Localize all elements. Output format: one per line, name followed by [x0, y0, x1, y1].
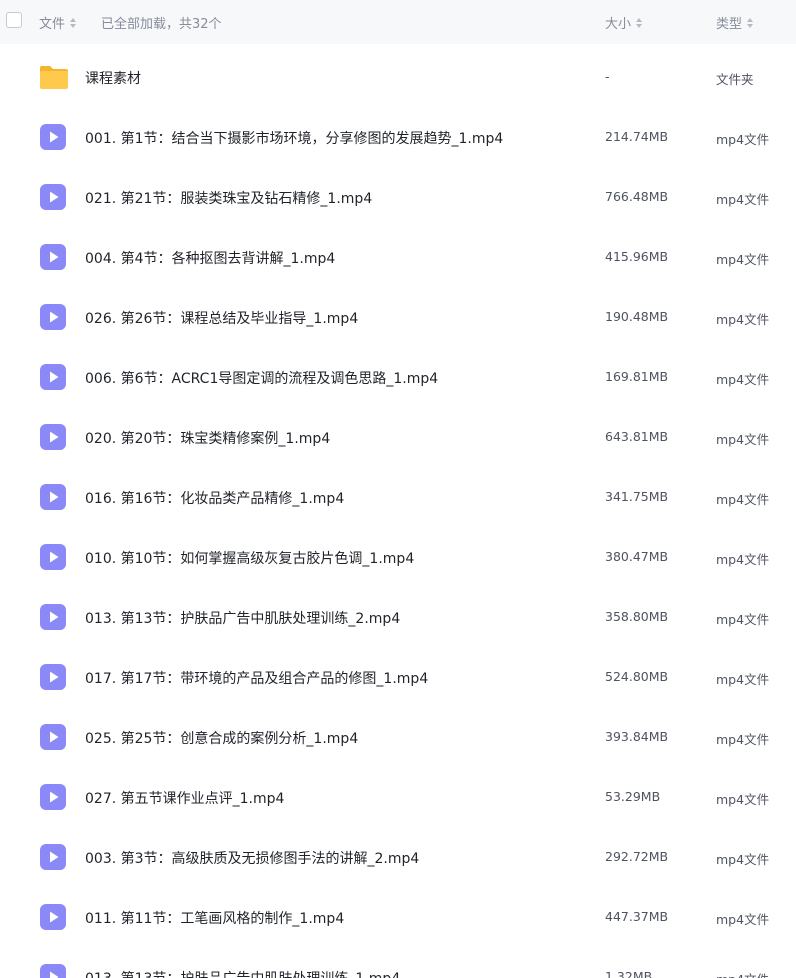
file-type: mp4文件	[716, 552, 770, 567]
file-size: 766.48MB	[605, 189, 669, 204]
file-size: 292.72MB	[605, 849, 669, 864]
file-row[interactable]: 010. 第10节：如何掌握高级灰复古胶片色调_1.mp4 380.47MB m…	[0, 527, 796, 587]
file-row[interactable]: 020. 第20节：珠宝类精修案例_1.mp4 643.81MB mp4文件	[0, 407, 796, 467]
video-icon	[39, 483, 67, 511]
file-type: mp4文件	[716, 612, 770, 627]
file-row[interactable]: 001. 第1节：结合当下摄影市场环境，分享修图的发展趋势_1.mp4 214.…	[0, 107, 796, 167]
file-name[interactable]: 017. 第17节：带环境的产品及组合产品的修图_1.mp4	[85, 668, 428, 688]
column-header-name-label: 文件	[39, 17, 66, 32]
file-type: mp4文件	[716, 432, 770, 447]
column-header-size[interactable]: 大小	[605, 13, 643, 32]
video-icon	[39, 903, 67, 931]
video-icon	[39, 183, 67, 211]
file-size: 447.37MB	[605, 909, 669, 924]
file-name[interactable]: 003. 第3节：高级肤质及无损修图手法的讲解_2.mp4	[85, 848, 419, 868]
select-all-checkbox[interactable]	[6, 12, 22, 28]
file-row[interactable]: 013. 第13节：护肤品广告中肌肤处理训练_1.mp4 1.32MB mp4文…	[0, 947, 796, 978]
file-row[interactable]: 017. 第17节：带环境的产品及组合产品的修图_1.mp4 524.80MB …	[0, 647, 796, 707]
file-name[interactable]: 001. 第1节：结合当下摄影市场环境，分享修图的发展趋势_1.mp4	[85, 128, 503, 148]
file-name[interactable]: 025. 第25节：创意合成的案例分析_1.mp4	[85, 728, 358, 748]
video-icon	[39, 363, 67, 391]
file-row[interactable]: 004. 第4节：各种抠图去背讲解_1.mp4 415.96MB mp4文件	[0, 227, 796, 287]
file-type: mp4文件	[716, 852, 770, 867]
file-name[interactable]: 004. 第4节：各种抠图去背讲解_1.mp4	[85, 248, 335, 268]
file-size: 53.29MB	[605, 789, 661, 804]
file-name[interactable]: 016. 第16节：化妆品类产品精修_1.mp4	[85, 488, 344, 508]
file-name[interactable]: 课程素材	[85, 68, 141, 88]
file-type: mp4文件	[716, 192, 770, 207]
file-rows: 课程素材 - 文件夹 001. 第1节：结合当下摄影市场环境，分享修图的发展趋势…	[0, 47, 796, 978]
file-row[interactable]: 006. 第6节：ACRC1导图定调的流程及调色思路_1.mp4 169.81M…	[0, 347, 796, 407]
file-size: 415.96MB	[605, 249, 669, 264]
file-size: 643.81MB	[605, 429, 669, 444]
file-name[interactable]: 013. 第13节：护肤品广告中肌肤处理训练_1.mp4	[85, 968, 400, 978]
file-size: 358.80MB	[605, 609, 669, 624]
sort-icon[interactable]	[70, 17, 77, 28]
file-size: 169.81MB	[605, 369, 669, 384]
file-type: mp4文件	[716, 732, 770, 747]
video-icon	[39, 963, 67, 978]
file-name[interactable]: 010. 第10节：如何掌握高级灰复古胶片色调_1.mp4	[85, 548, 414, 568]
file-type: mp4文件	[716, 492, 770, 507]
file-type: mp4文件	[716, 132, 770, 147]
column-header-name[interactable]: 文件	[39, 13, 77, 32]
file-row[interactable]: 011. 第11节：工笔画风格的制作_1.mp4 447.37MB mp4文件	[0, 887, 796, 947]
list-header: 文件 已全部加载，共32个 大小 类型	[0, 0, 796, 44]
file-type: mp4文件	[716, 312, 770, 327]
file-size: 341.75MB	[605, 489, 669, 504]
file-name[interactable]: 020. 第20节：珠宝类精修案例_1.mp4	[85, 428, 330, 448]
file-size: 214.74MB	[605, 129, 669, 144]
column-header-size-label: 大小	[605, 17, 632, 32]
video-icon	[39, 603, 67, 631]
file-size: 380.47MB	[605, 549, 669, 564]
file-type: mp4文件	[716, 792, 770, 807]
file-row[interactable]: 021. 第21节：服装类珠宝及钻石精修_1.mp4 766.48MB mp4文…	[0, 167, 796, 227]
video-icon	[39, 303, 67, 331]
file-row[interactable]: 013. 第13节：护肤品广告中肌肤处理训练_2.mp4 358.80MB mp…	[0, 587, 796, 647]
video-icon	[39, 423, 67, 451]
video-icon	[39, 783, 67, 811]
file-row[interactable]: 026. 第26节：课程总结及毕业指导_1.mp4 190.48MB mp4文件	[0, 287, 796, 347]
file-name[interactable]: 021. 第21节：服装类珠宝及钻石精修_1.mp4	[85, 188, 372, 208]
file-size: 524.80MB	[605, 669, 669, 684]
file-row[interactable]: 016. 第16节：化妆品类产品精修_1.mp4 341.75MB mp4文件	[0, 467, 796, 527]
file-name[interactable]: 006. 第6节：ACRC1导图定调的流程及调色思路_1.mp4	[85, 368, 438, 388]
file-row[interactable]: 课程素材 - 文件夹	[0, 47, 796, 107]
file-name[interactable]: 027. 第五节课作业点评_1.mp4	[85, 788, 284, 808]
sort-icon[interactable]	[636, 17, 643, 28]
loaded-count-text: 已全部加载，共32个	[101, 17, 222, 32]
video-icon	[39, 663, 67, 691]
file-type: mp4文件	[716, 912, 770, 927]
video-icon	[39, 723, 67, 751]
file-row[interactable]: 027. 第五节课作业点评_1.mp4 53.29MB mp4文件	[0, 767, 796, 827]
file-size: -	[605, 69, 610, 84]
column-header-type-label: 类型	[716, 17, 743, 32]
file-list: 文件 已全部加载，共32个 大小 类型 课程素材 - 文件夹 001. 第1节：…	[0, 0, 796, 978]
column-header-type[interactable]: 类型	[716, 13, 754, 32]
video-icon	[39, 843, 67, 871]
file-row[interactable]: 025. 第25节：创意合成的案例分析_1.mp4 393.84MB mp4文件	[0, 707, 796, 767]
file-type: 文件夹	[716, 72, 754, 87]
video-icon	[39, 123, 67, 151]
file-size: 1.32MB	[605, 969, 653, 978]
video-icon	[39, 243, 67, 271]
file-row[interactable]: 003. 第3节：高级肤质及无损修图手法的讲解_2.mp4 292.72MB m…	[0, 827, 796, 887]
file-size: 190.48MB	[605, 309, 669, 324]
file-name[interactable]: 026. 第26节：课程总结及毕业指导_1.mp4	[85, 308, 358, 328]
sort-icon[interactable]	[747, 17, 754, 28]
file-size: 393.84MB	[605, 729, 669, 744]
file-name[interactable]: 013. 第13节：护肤品广告中肌肤处理训练_2.mp4	[85, 608, 400, 628]
file-type: mp4文件	[716, 252, 770, 267]
file-type: mp4文件	[716, 672, 770, 687]
file-type: mp4文件	[716, 969, 769, 978]
folder-icon	[39, 63, 68, 91]
file-type: mp4文件	[716, 372, 770, 387]
file-name[interactable]: 011. 第11节：工笔画风格的制作_1.mp4	[85, 908, 344, 928]
video-icon	[39, 543, 67, 571]
